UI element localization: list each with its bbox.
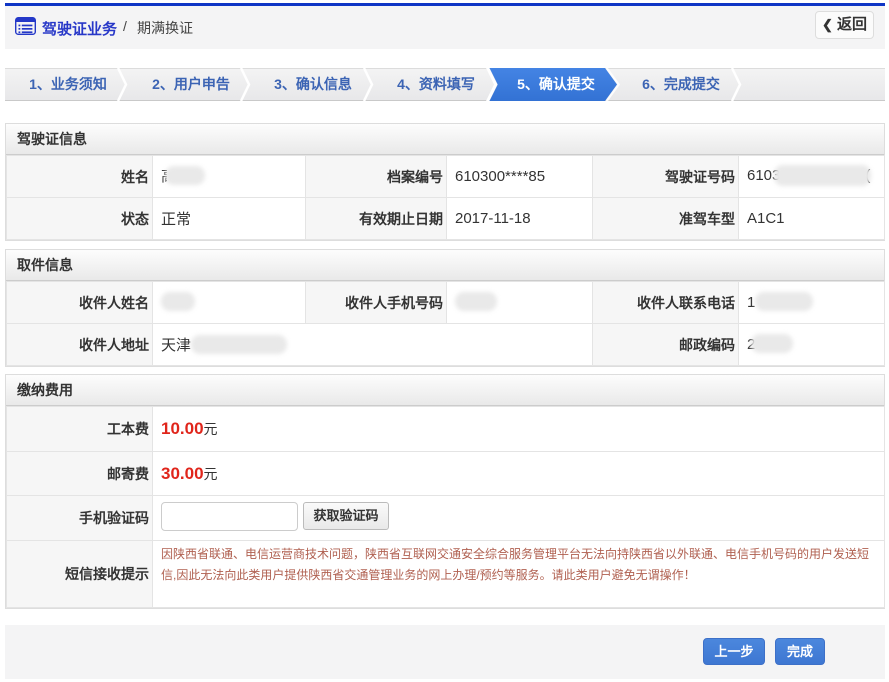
svg-text:2、用户申告: 2、用户申告 — [152, 76, 230, 92]
svg-text:3、确认信息: 3、确认信息 — [274, 76, 352, 92]
svg-text:1、业务须知: 1、业务须知 — [29, 76, 107, 92]
svg-text:6、完成提交: 6、完成提交 — [642, 76, 720, 92]
svg-text:4、资料填写: 4、资料填写 — [397, 76, 475, 92]
svg-text:5、确认提交: 5、确认提交 — [517, 76, 595, 92]
